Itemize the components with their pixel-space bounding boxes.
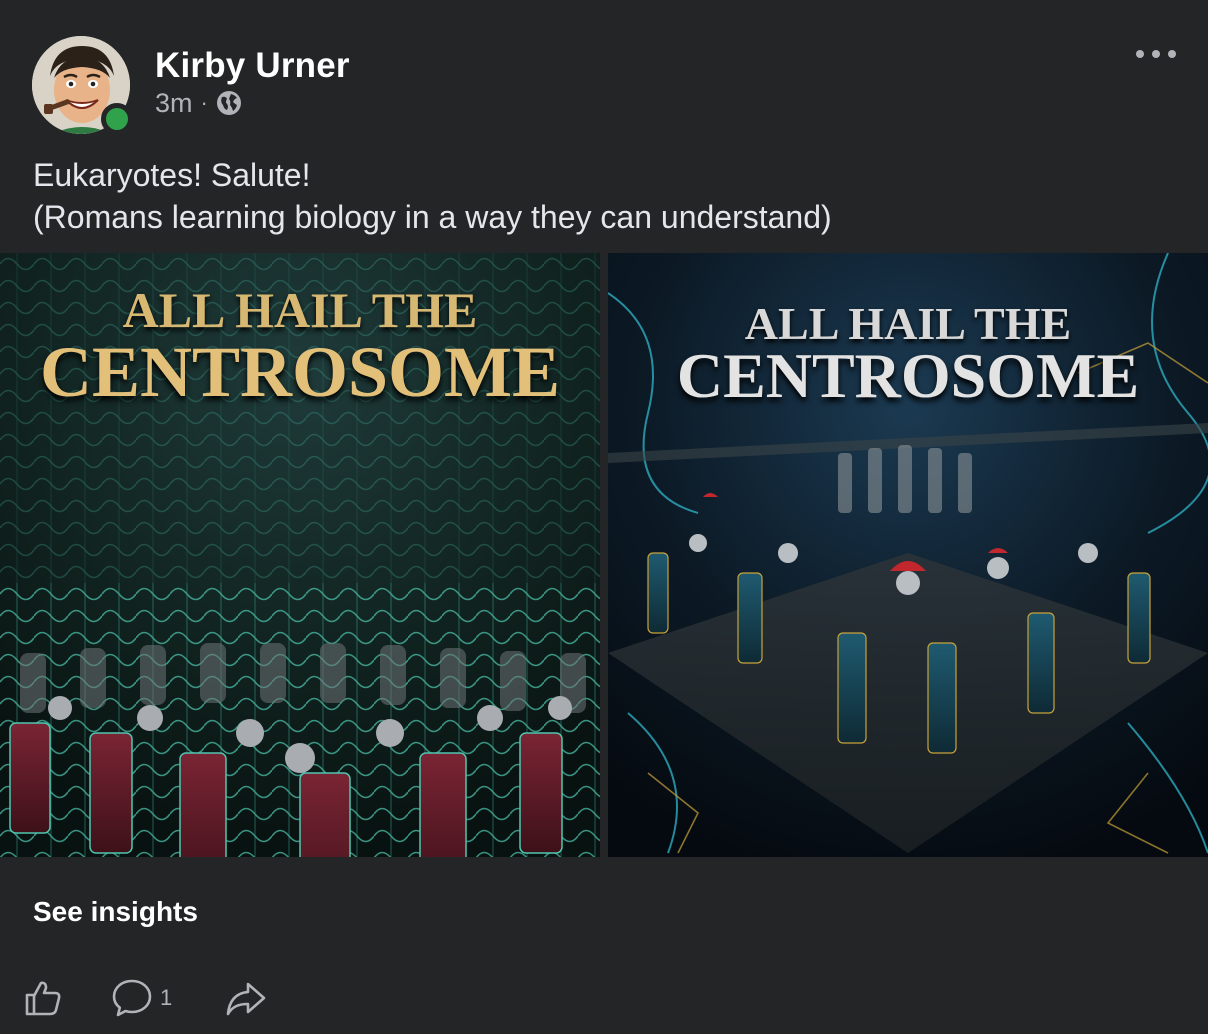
post-card: Kirby Urner 3m · Eukaryotes! Salute! (Ro… bbox=[0, 0, 1208, 1034]
post-text-line: (Romans learning biology in a way they c… bbox=[33, 199, 832, 235]
see-insights-link[interactable]: See insights bbox=[33, 896, 198, 928]
post-meta: 3m · bbox=[155, 86, 242, 120]
share-icon bbox=[226, 982, 266, 1016]
author-name[interactable]: Kirby Urner bbox=[155, 46, 350, 86]
post-time[interactable]: 3m bbox=[155, 88, 193, 119]
more-dot bbox=[1136, 50, 1144, 58]
meta-separator: · bbox=[200, 90, 208, 115]
post-text-line: Eukaryotes! Salute! bbox=[33, 157, 311, 193]
thumbs-up-icon bbox=[25, 981, 61, 1016]
comment-icon bbox=[112, 979, 152, 1017]
comment-count: 1 bbox=[160, 985, 173, 1010]
more-options-icon[interactable] bbox=[1136, 40, 1176, 68]
like-button[interactable] bbox=[22, 970, 64, 1026]
comment-button[interactable]: 1 bbox=[110, 970, 172, 1026]
globe-icon bbox=[216, 91, 241, 115]
share-button[interactable] bbox=[224, 970, 268, 1026]
post-actions-bar: 1 bbox=[0, 970, 1208, 1026]
more-dot bbox=[1168, 50, 1176, 58]
post-image-right[interactable]: ALL HAIL THE CENTROSOME bbox=[608, 253, 1208, 857]
post-text: Eukaryotes! Salute! (Romans learning bio… bbox=[33, 154, 832, 238]
online-status-indicator bbox=[101, 103, 133, 135]
image-title-line2: CENTROSOME bbox=[676, 340, 1140, 411]
image-title-line2: CENTROSOME bbox=[39, 332, 561, 412]
more-dot bbox=[1152, 50, 1160, 58]
post-image-left[interactable]: ALL HAIL THE CENTROSOME bbox=[0, 253, 600, 857]
